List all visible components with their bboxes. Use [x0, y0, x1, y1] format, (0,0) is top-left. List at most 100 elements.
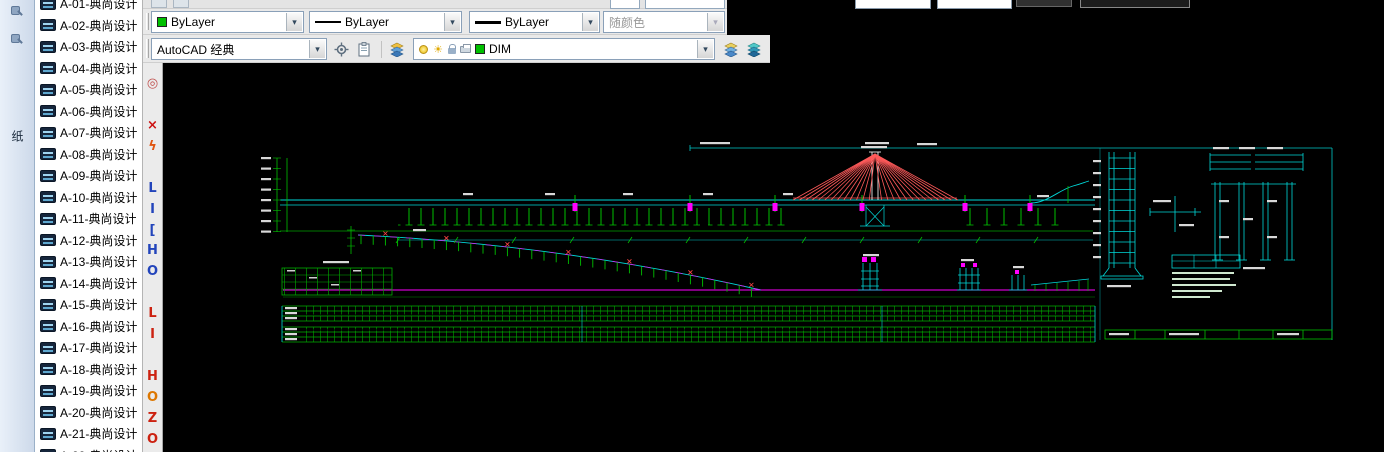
- dwg-sheet-icon: [40, 298, 56, 311]
- sheet-list-item[interactable]: A-08-典尚设计: [35, 144, 142, 166]
- tool-h-blue-icon[interactable]: H: [143, 242, 162, 260]
- sheet-list-item[interactable]: A-10-典尚设计: [35, 187, 142, 209]
- dropdown-arrow-icon[interactable]: [697, 40, 713, 58]
- clipped-button[interactable]: [173, 0, 189, 8]
- layer-freeze-sun-icon[interactable]: [432, 42, 444, 56]
- notes-block: [1171, 254, 1241, 298]
- approach-profile-piers: [360, 231, 754, 297]
- sheet-list-item[interactable]: A-16-典尚设计: [35, 316, 142, 338]
- sheet-set-tab[interactable]: 纸: [9, 130, 26, 144]
- save-workspace-button[interactable]: [354, 38, 374, 60]
- workspace-control[interactable]: AutoCAD 经典: [151, 38, 327, 60]
- workspace-settings-button[interactable]: [331, 38, 351, 60]
- color-control[interactable]: ByLayer: [151, 11, 304, 33]
- sheet-list-item[interactable]: A-12-典尚设计: [35, 230, 142, 252]
- sheet-list-item[interactable]: A-13-典尚设计: [35, 251, 142, 273]
- dwg-sheet-icon: [40, 62, 56, 75]
- dwg-sheet-icon: [40, 212, 56, 225]
- bridge-drawing: [261, 142, 1333, 343]
- sheet-label: A-14-典尚设计: [60, 276, 138, 291]
- sheet-list-item[interactable]: A-11-典尚设计: [35, 208, 142, 230]
- layers-icon: [724, 42, 738, 57]
- dwg-sheet-icon: [40, 427, 56, 440]
- auto-hide-pin-icon[interactable]: [11, 6, 23, 18]
- toolbar-grip[interactable]: [146, 39, 149, 58]
- tool-o-orange-icon[interactable]: O: [143, 389, 162, 406]
- clipped-control[interactable]: [610, 0, 640, 9]
- bridge-profile: [283, 226, 1095, 298]
- dwg-sheet-icon: [40, 105, 56, 118]
- layer-states-button[interactable]: [744, 38, 764, 60]
- tool-o-blue-icon[interactable]: O: [143, 263, 162, 281]
- toolbar-separator: [381, 41, 382, 58]
- lineweight-sample-icon: [475, 20, 501, 24]
- layer-control[interactable]: DIM: [413, 38, 715, 60]
- sheet-list-item[interactable]: A-06-典尚设计: [35, 101, 142, 123]
- sheet-label: A-03-典尚设计: [60, 40, 138, 55]
- clipped-control[interactable]: [645, 0, 725, 9]
- draw-order-icon[interactable]: ◎: [143, 75, 162, 92]
- sheet-list-item[interactable]: A-04-典尚设计: [35, 58, 142, 80]
- tool-i-blue-icon[interactable]: I: [143, 200, 162, 218]
- tool-l-blue-icon[interactable]: L: [143, 179, 162, 197]
- sheet-label: A-16-典尚设计: [60, 319, 138, 334]
- toolbar-grip[interactable]: [146, 13, 149, 30]
- dwg-sheet-icon: [40, 320, 56, 333]
- tower-detail: [1100, 152, 1144, 280]
- sheet-label: A-12-典尚设计: [60, 233, 138, 248]
- sheet-list-item[interactable]: A-14-典尚设计: [35, 273, 142, 295]
- stay-cables: [792, 153, 958, 201]
- sheet-label: A-19-典尚设计: [60, 384, 138, 399]
- sheet-list-item[interactable]: A-07-典尚设计: [35, 122, 142, 144]
- sheet-list-item[interactable]: A-09-典尚设计: [35, 165, 142, 187]
- sheet-list-item[interactable]: A-01-典尚设计: [35, 0, 142, 15]
- sheet-label: A-09-典尚设计: [60, 169, 138, 184]
- sheet-label: A-13-典尚设计: [60, 255, 138, 270]
- layer-previous-button[interactable]: [721, 38, 741, 60]
- sheet-label: A-22-典尚设计: [60, 447, 137, 452]
- tool-o-red-icon[interactable]: O: [143, 430, 162, 448]
- sheet-list-item[interactable]: A-15-典尚设计: [35, 294, 142, 316]
- layer-name: DIM: [489, 42, 511, 56]
- sheet-list-item[interactable]: A-20-典尚设计: [35, 402, 142, 424]
- drawing-canvas[interactable]: [163, 0, 1384, 452]
- tool-l-red-icon[interactable]: L: [143, 305, 162, 323]
- dropdown-arrow-icon[interactable]: [582, 13, 598, 31]
- dropdown-arrow-icon[interactable]: [309, 40, 325, 58]
- layer-lock-icon[interactable]: [448, 43, 456, 54]
- toolbar-gap: [144, 347, 162, 364]
- layer-on-bulb-icon[interactable]: [419, 44, 428, 54]
- sheet-list-item[interactable]: A-21-典尚设计: [35, 423, 142, 445]
- lineweight-control[interactable]: ByLayer: [469, 11, 600, 33]
- dropdown-arrow-icon[interactable]: [444, 13, 460, 31]
- quantity-table-left: [281, 267, 393, 296]
- dwg-sheet-icon: [40, 148, 56, 161]
- sheet-list-item[interactable]: A-05-典尚设计: [35, 79, 142, 101]
- tool-z-red-icon[interactable]: Z: [143, 410, 162, 427]
- sheet-list-item[interactable]: A-18-典尚设计: [35, 359, 142, 381]
- linetype-control[interactable]: ByLayer: [309, 11, 462, 33]
- explode-icon[interactable]: ϟ: [143, 137, 162, 155]
- dwg-sheet-icon: [40, 384, 56, 397]
- clipped-floating-control[interactable]: [937, 0, 1012, 9]
- clipped-button[interactable]: [151, 0, 167, 8]
- workspace-value: AutoCAD 经典: [157, 42, 235, 57]
- sheet-list-item[interactable]: A-03-典尚设计: [35, 36, 142, 58]
- sheet-list-item[interactable]: A-02-典尚设计: [35, 15, 142, 37]
- dropdown-arrow-icon: [707, 13, 723, 31]
- auto-hide-pin-icon[interactable]: [11, 34, 23, 46]
- sheet-label: A-10-典尚设计: [60, 190, 138, 205]
- tool-i-red-icon[interactable]: I: [143, 326, 162, 344]
- dwg-sheet-icon: [40, 0, 56, 10]
- sheet-list-item[interactable]: A-22-典尚设计: [35, 445, 142, 452]
- tool-bracket-blue-icon[interactable]: [: [143, 221, 162, 239]
- tool-h-red-icon[interactable]: H: [143, 368, 162, 386]
- dropdown-arrow-icon[interactable]: [286, 13, 302, 31]
- layer-properties-button[interactable]: [387, 38, 407, 60]
- plot-style-control: 随颜色: [603, 11, 725, 33]
- sheet-list-item[interactable]: A-17-典尚设计: [35, 337, 142, 359]
- layer-plot-icon[interactable]: [460, 43, 471, 53]
- clipped-floating-control[interactable]: [855, 0, 931, 9]
- erase-icon[interactable]: ×: [143, 116, 162, 134]
- sheet-list-item[interactable]: A-19-典尚设计: [35, 380, 142, 402]
